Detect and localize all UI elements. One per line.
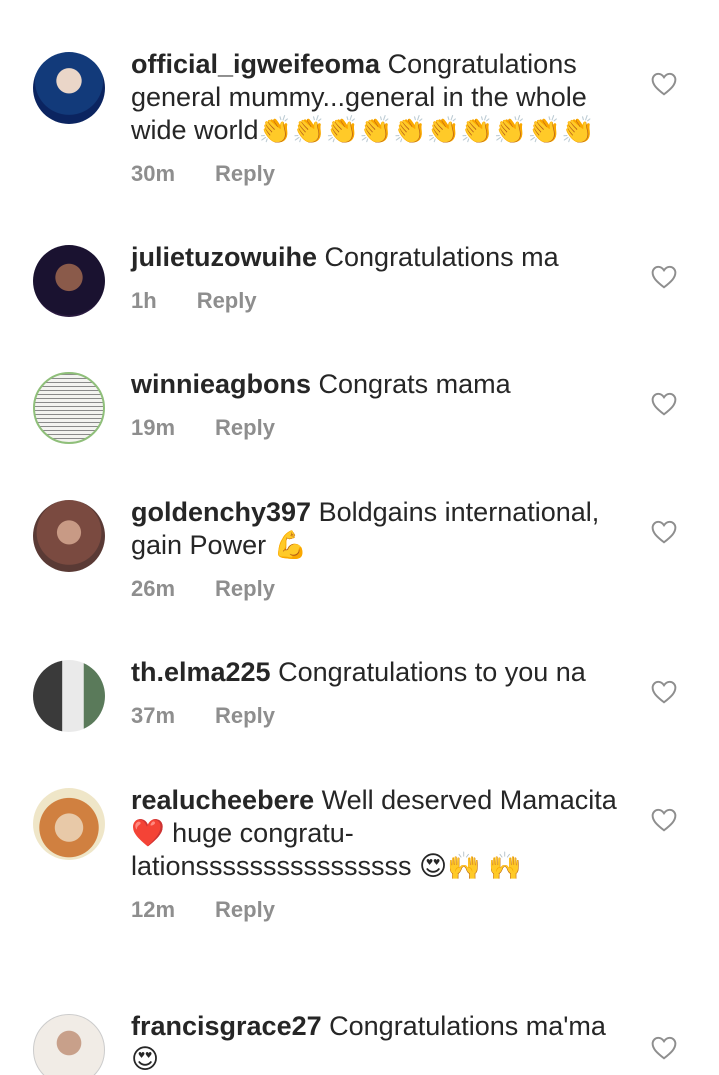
heart-outline-icon[interactable]: [651, 1036, 677, 1060]
comment-body: Congratulations ma: [324, 242, 559, 272]
comment-meta: 26m Reply: [131, 576, 631, 602]
comment-meta: 19m Reply: [131, 415, 631, 441]
reply-button[interactable]: Reply: [215, 703, 275, 729]
avatar[interactable]: [33, 372, 105, 444]
avatar[interactable]: [33, 245, 105, 317]
comment-meta: 12m Reply: [131, 897, 631, 923]
reply-button[interactable]: Reply: [215, 415, 275, 441]
avatar[interactable]: [33, 788, 105, 860]
comment-text: julietuzowuihe Congratulations ma: [131, 241, 631, 274]
comment-username[interactable]: winnieagbons: [131, 369, 311, 399]
comment-body: Congratulations to you na: [278, 657, 586, 687]
comment-username[interactable]: official_igweifeoma: [131, 49, 380, 79]
comment-text: official_igweifeoma Congratulations gene…: [131, 48, 631, 147]
reply-button[interactable]: Reply: [197, 288, 257, 314]
avatar[interactable]: [33, 52, 105, 124]
heart-outline-icon[interactable]: [651, 808, 677, 832]
comment-time: 19m: [131, 415, 176, 440]
avatar[interactable]: [33, 500, 105, 572]
comment-body: Congrats mama: [318, 369, 511, 399]
heart-outline-icon[interactable]: [651, 520, 677, 544]
heart-outline-icon[interactable]: [651, 265, 677, 289]
heart-outline-icon[interactable]: [651, 680, 677, 704]
comment-username[interactable]: julietuzowuihe: [131, 242, 317, 272]
heart-outline-icon[interactable]: [651, 72, 677, 96]
avatar[interactable]: [33, 660, 105, 732]
comment-text: th.elma225 Congratulations to you na: [131, 656, 631, 689]
comment-meta: 30m Reply: [131, 161, 631, 187]
comment-time: 26m: [131, 576, 176, 601]
comment-username[interactable]: realucheebere: [131, 785, 314, 815]
comment-username[interactable]: goldenchy397: [131, 497, 311, 527]
comment-text: goldenchy397 Boldgains international, ga…: [131, 496, 631, 562]
reply-button[interactable]: Reply: [215, 897, 275, 923]
comment-time: 1h: [131, 288, 157, 313]
avatar[interactable]: [33, 1014, 105, 1075]
comment-username[interactable]: francisgrace27: [131, 1011, 322, 1041]
comment-text: francisgrace27 Congratulations ma'ma 😍: [131, 1010, 631, 1075]
comment-username[interactable]: th.elma225: [131, 657, 271, 687]
comment-time: 12m: [131, 897, 176, 922]
heart-outline-icon[interactable]: [651, 392, 677, 416]
reply-button[interactable]: Reply: [215, 576, 275, 602]
comment-meta: 37m Reply: [131, 703, 631, 729]
comment-text: realucheebere Well deserved Mamacita ❤️ …: [131, 784, 631, 883]
reply-button[interactable]: Reply: [215, 161, 275, 187]
comment-time: 30m: [131, 161, 176, 186]
comment-text: winnieagbons Congrats mama: [131, 368, 631, 401]
comment-meta: 1h Reply: [131, 288, 631, 314]
comment-time: 37m: [131, 703, 176, 728]
